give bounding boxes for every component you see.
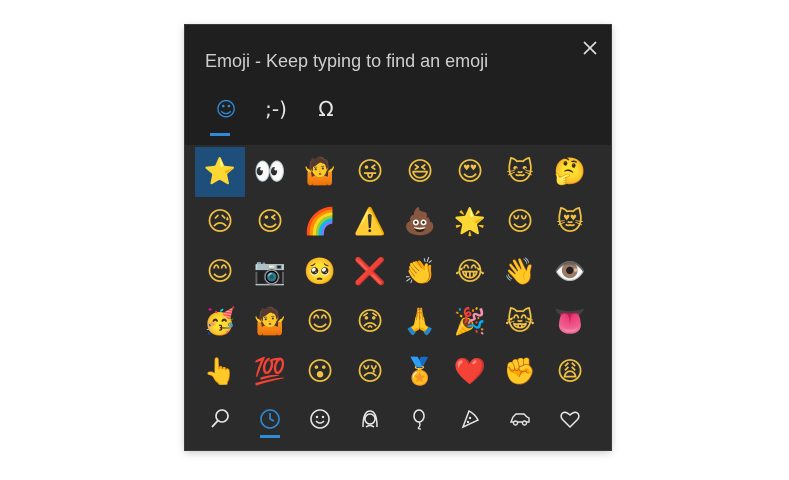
- emoji-cell[interactable]: 💯: [245, 347, 295, 397]
- emoji-cell[interactable]: 🤷: [295, 147, 345, 197]
- emoji-cell[interactable]: 🙏: [395, 297, 445, 347]
- category-symbols[interactable]: [545, 397, 595, 441]
- emoji-cell[interactable]: 😮: [295, 347, 345, 397]
- category-recent[interactable]: [245, 397, 295, 441]
- emoji-cell[interactable]: 😆: [395, 147, 445, 197]
- emoji-cell[interactable]: 🎉: [445, 297, 495, 347]
- emoji-cell[interactable]: 😊: [195, 247, 245, 297]
- emoji-cell[interactable]: 😌: [495, 197, 545, 247]
- emoji-cell[interactable]: 😢: [345, 347, 395, 397]
- emoji-cell[interactable]: 😹: [495, 297, 545, 347]
- emoji-cell[interactable]: 🤔: [545, 147, 595, 197]
- emoji-cell[interactable]: 🥳: [195, 297, 245, 347]
- emoji-cell[interactable]: 😩: [545, 347, 595, 397]
- tab-emoji-label: ☺: [215, 97, 237, 121]
- emoji-cell[interactable]: ❤️: [445, 347, 495, 397]
- emoji-cell[interactable]: 😻: [545, 197, 595, 247]
- category-people[interactable]: [345, 397, 395, 441]
- emoji-cell[interactable]: 🥺: [295, 247, 345, 297]
- emoji-cell[interactable]: 💩: [395, 197, 445, 247]
- emoji-cell[interactable]: 😜: [345, 147, 395, 197]
- tab-symbols[interactable]: Ω: [301, 95, 351, 137]
- active-tab-indicator: [210, 133, 230, 136]
- tab-symbols-label: Ω: [318, 97, 334, 121]
- emoji-cell[interactable]: 😂: [445, 247, 495, 297]
- panel-header: Emoji - Keep typing to find an emoji ☺ ;…: [185, 25, 611, 145]
- emoji-cell[interactable]: ⚠️: [345, 197, 395, 247]
- clock-icon: [260, 409, 280, 429]
- emoji-cell[interactable]: 🌟: [445, 197, 495, 247]
- car-icon: [509, 413, 530, 426]
- pizza-icon: [461, 409, 480, 429]
- mode-tabs: ☺ ;-) Ω: [201, 95, 351, 137]
- emoji-cell[interactable]: 🐱: [495, 147, 545, 197]
- category-transport[interactable]: [495, 397, 545, 441]
- category-food[interactable]: [445, 397, 495, 441]
- emoji-cell[interactable]: 👁️: [545, 247, 595, 297]
- balloon-icon: [413, 409, 425, 430]
- panel-title: Emoji - Keep typing to find an emoji: [205, 51, 489, 71]
- emoji-cell[interactable]: 😥: [195, 197, 245, 247]
- emoji-cell[interactable]: 👅: [545, 297, 595, 347]
- category-celebration[interactable]: [395, 397, 445, 441]
- emoji-cell[interactable]: 😊: [295, 297, 345, 347]
- emoji-cell[interactable]: 👆: [195, 347, 245, 397]
- emoji-cell[interactable]: 🤷: [245, 297, 295, 347]
- emoji-cell[interactable]: ❌: [345, 247, 395, 297]
- emoji-cell[interactable]: 🏅: [395, 347, 445, 397]
- emoji-cell[interactable]: 😍: [445, 147, 495, 197]
- tab-emoji[interactable]: ☺: [201, 95, 251, 137]
- emoji-cell-selected[interactable]: ⭐: [195, 147, 245, 197]
- emoji-cell[interactable]: 😟: [345, 297, 395, 347]
- smiley-icon: [310, 409, 330, 429]
- category-bar: [195, 397, 595, 447]
- emoji-grid: ⭐ 👀 🤷 😜 😆 😍 🐱 🤔 😥 😉 🌈 ⚠️ 💩 🌟 😌 😻 😊 📷 🥺 ❌ 👏 😂 👋 👁️ 🥳 🤷 😊 😟 🙏 🎉 😹 👅 👆 💯 😮 😢 🏅 ❤…: [195, 147, 595, 397]
- emoji-cell[interactable]: 👋: [495, 247, 545, 297]
- emoji-cell[interactable]: 👏: [395, 247, 445, 297]
- emoji-panel: Emoji - Keep typing to find an emoji ☺ ;…: [185, 25, 611, 450]
- active-category-indicator: [260, 435, 280, 438]
- emoji-cell[interactable]: 📷: [245, 247, 295, 297]
- tab-kaomoji[interactable]: ;-): [251, 95, 301, 137]
- emoji-cell[interactable]: 👀: [245, 147, 295, 197]
- emoji-cell[interactable]: 🌈: [295, 197, 345, 247]
- close-icon[interactable]: [579, 37, 601, 59]
- emoji-cell[interactable]: 😉: [245, 197, 295, 247]
- emoji-cell[interactable]: ✊: [495, 347, 545, 397]
- heart-icon: [560, 411, 580, 429]
- person-icon: [362, 410, 378, 428]
- search-icon: [211, 409, 229, 428]
- tab-kaomoji-label: ;-): [265, 97, 287, 121]
- category-search[interactable]: [195, 397, 245, 441]
- category-smileys[interactable]: [295, 397, 345, 441]
